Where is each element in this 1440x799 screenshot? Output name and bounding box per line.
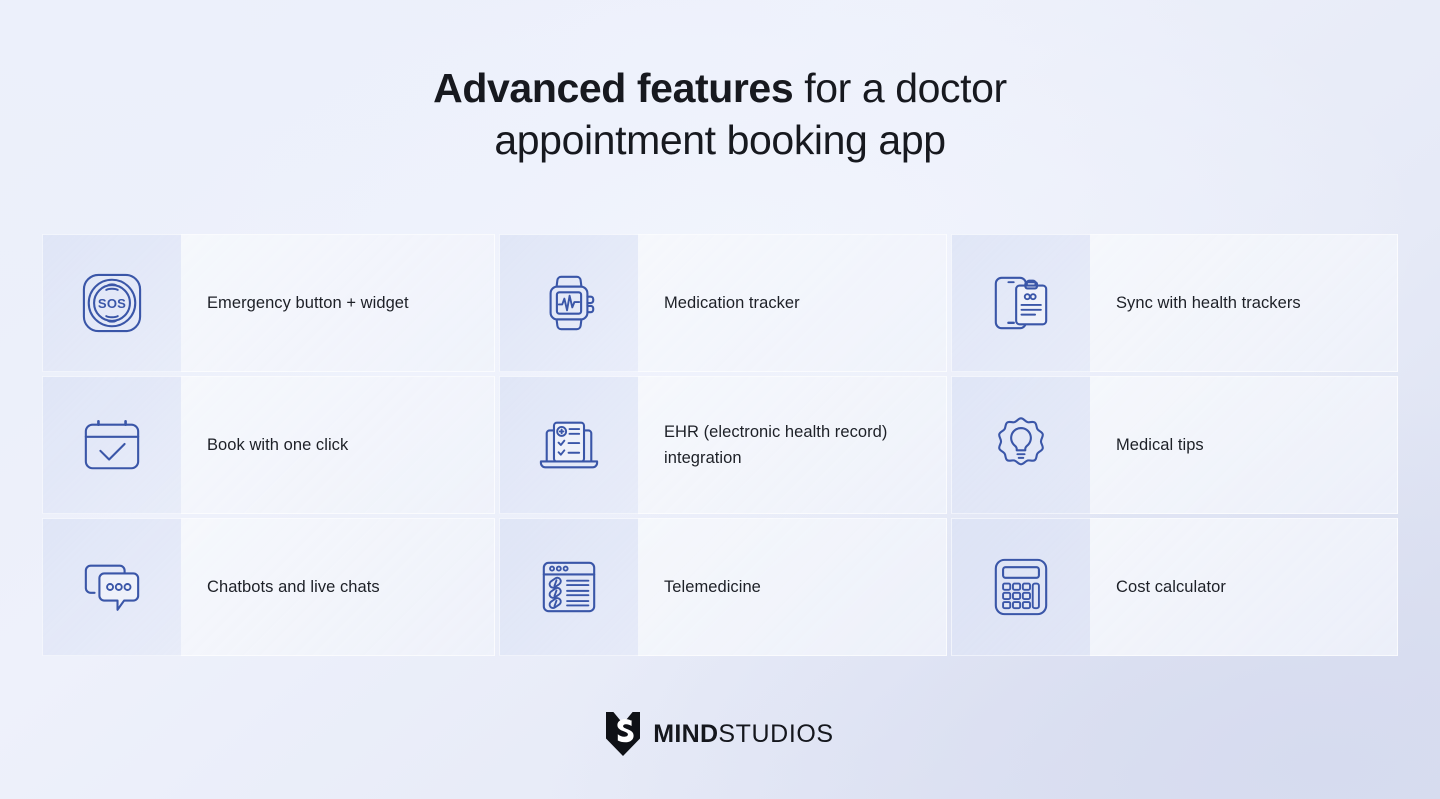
feature-label: Medical tips	[1116, 436, 1204, 454]
infographic-page: Advanced features for a doctor appointme…	[0, 0, 1440, 799]
feature-label: Emergency button + widget	[207, 294, 409, 312]
chat-bubbles-icon	[81, 556, 143, 618]
page-title-bold: Advanced features	[433, 65, 794, 111]
logo-wordmark-regular: STUDIOS	[718, 719, 834, 748]
calculator-icon	[990, 556, 1052, 618]
feature-icon-cell-book-one-click	[42, 376, 181, 514]
calendar-check-icon	[81, 414, 143, 476]
feature-label: Medication tracker	[664, 294, 800, 312]
feature-icon-cell-emergency: SOS	[42, 234, 181, 372]
feature-icon-cell-telemedicine	[499, 518, 638, 656]
smartwatch-heartbeat-icon	[538, 272, 600, 334]
feature-label: Chatbots and live chats	[207, 578, 380, 596]
feature-label: EHR (electronic health record) integrati…	[664, 423, 888, 467]
page-title: Advanced features for a doctor appointme…	[0, 62, 1440, 166]
feature-icon-cell-cost-calculator	[951, 518, 1090, 656]
feature-label-cell-medical-tips: Medical tips	[1090, 376, 1398, 514]
browser-pill-list-icon	[538, 556, 600, 618]
feature-label: Sync with health trackers	[1116, 294, 1301, 312]
feature-icon-cell-medication-tracker	[499, 234, 638, 372]
feature-label-cell-chatbots: Chatbots and live chats	[181, 518, 495, 656]
phone-clipboard-sync-icon	[990, 272, 1052, 334]
feature-label-cell-health-sync: Sync with health trackers	[1090, 234, 1398, 372]
feature-grid: SOS Emergency button + widget Medication…	[42, 234, 1398, 658]
mindstudios-shield-icon	[606, 712, 641, 756]
svg-text:SOS: SOS	[98, 296, 126, 311]
laptop-medical-record-icon	[538, 414, 600, 476]
feature-icon-cell-ehr	[499, 376, 638, 514]
lightbulb-badge-icon	[990, 414, 1052, 476]
feature-label-cell-book-one-click: Book with one click	[181, 376, 495, 514]
footer-logo: MINDSTUDIOS	[0, 712, 1440, 756]
feature-label: Telemedicine	[664, 578, 761, 596]
feature-label-cell-ehr: EHR (electronic health record) integrati…	[638, 376, 947, 514]
feature-label-cell-telemedicine: Telemedicine	[638, 518, 947, 656]
sos-emergency-icon: SOS	[81, 272, 143, 334]
feature-label-cell-medication-tracker: Medication tracker	[638, 234, 947, 372]
feature-icon-cell-chatbots	[42, 518, 181, 656]
logo-wordmark: MINDSTUDIOS	[653, 720, 833, 749]
feature-icon-cell-health-sync	[951, 234, 1090, 372]
feature-label-cell-emergency: Emergency button + widget	[181, 234, 495, 372]
feature-label-cell-cost-calculator: Cost calculator	[1090, 518, 1398, 656]
feature-label: Cost calculator	[1116, 578, 1226, 596]
feature-icon-cell-medical-tips	[951, 376, 1090, 514]
logo-wordmark-bold: MIND	[653, 719, 719, 748]
feature-label: Book with one click	[207, 436, 349, 454]
